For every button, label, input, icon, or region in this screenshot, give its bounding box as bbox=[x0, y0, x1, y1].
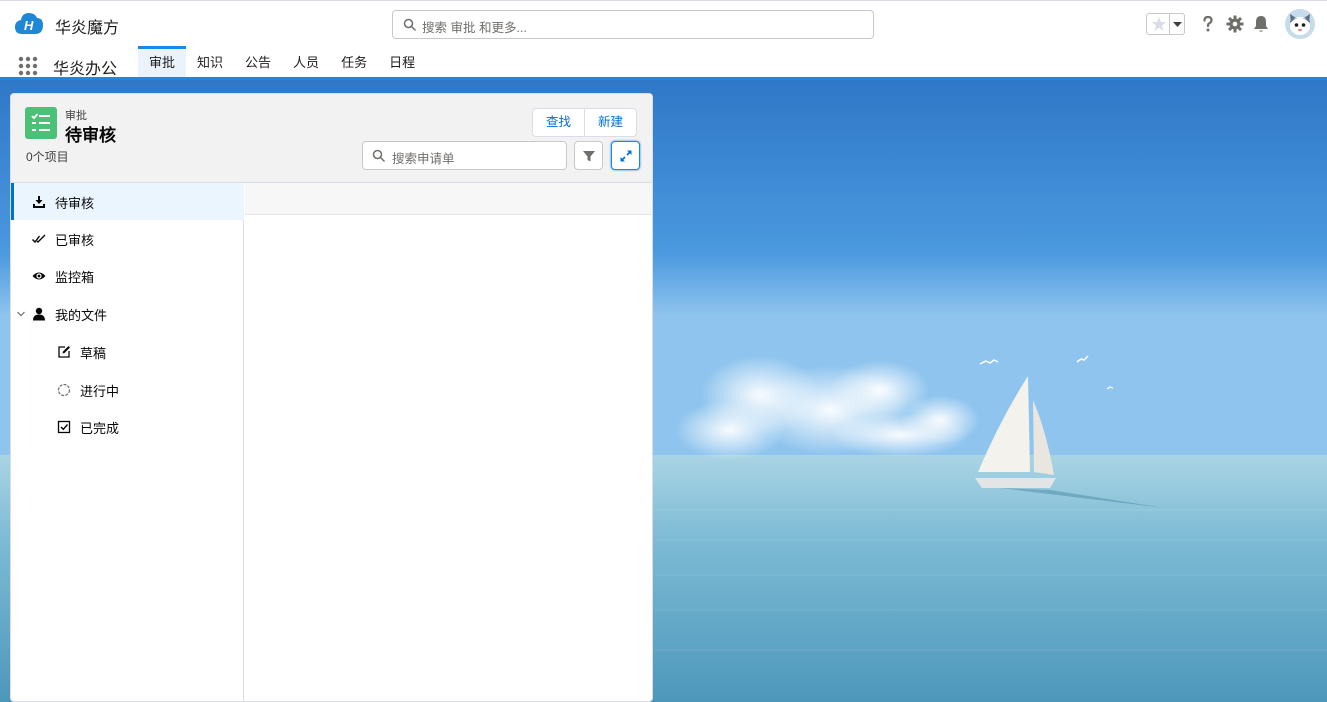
global-search-input[interactable]: 搜索 审批 和更多... bbox=[392, 10, 874, 39]
sidenav-item-label: 已完成 bbox=[80, 421, 120, 436]
expand-icon bbox=[620, 150, 632, 162]
nav-tabs: 审批 知识 公告 人员 任务 日程 bbox=[138, 46, 426, 77]
approval-list-card: 审批 待审核 0个项目 查找 新建 搜索申请单 待审核 已审核 监控箱 我的文件… bbox=[10, 93, 653, 702]
app-name: 华炎办公 bbox=[53, 61, 118, 78]
list-search-placeholder: 搜索申请单 bbox=[392, 152, 455, 166]
filter-icon bbox=[583, 151, 595, 162]
sidenav-item-completed[interactable]: 已完成 bbox=[11, 408, 244, 445]
search-icon bbox=[372, 149, 386, 163]
sidenav-item-label: 我的文件 bbox=[55, 308, 108, 323]
sidenav-item-reviewed[interactable]: 已审核 bbox=[11, 220, 244, 257]
sidenav-item-in-progress[interactable]: 进行中 bbox=[11, 371, 244, 408]
help-icon[interactable] bbox=[1198, 14, 1218, 34]
tab-announcements[interactable]: 公告 bbox=[234, 46, 282, 77]
find-button[interactable]: 查找 bbox=[533, 109, 584, 136]
favorites-button[interactable] bbox=[1146, 13, 1185, 35]
sidenav-item-pending[interactable]: 待审核 bbox=[11, 183, 244, 220]
action-button-group: 查找 新建 bbox=[532, 108, 638, 137]
filter-button[interactable] bbox=[574, 141, 603, 170]
new-button[interactable]: 新建 bbox=[584, 109, 636, 136]
list-header: 审批 待审核 0个项目 查找 新建 搜索申请单 bbox=[11, 94, 652, 183]
search-icon bbox=[403, 18, 417, 32]
eye-icon bbox=[32, 272, 46, 280]
avatar-image bbox=[1285, 9, 1315, 39]
brand-name: 华炎魔方 bbox=[55, 20, 120, 37]
double-check-icon bbox=[32, 234, 46, 244]
user-avatar[interactable] bbox=[1285, 9, 1315, 39]
sidenav-item-label: 草稿 bbox=[80, 346, 107, 361]
star-icon[interactable] bbox=[1150, 15, 1168, 33]
tab-knowledge[interactable]: 知识 bbox=[186, 46, 234, 77]
sidenav-item-label: 待审核 bbox=[55, 196, 95, 211]
chevron-down-icon[interactable] bbox=[16, 307, 26, 321]
gear-icon[interactable] bbox=[1225, 14, 1245, 34]
tab-schedule[interactable]: 日程 bbox=[378, 46, 426, 77]
tab-approval[interactable]: 审批 bbox=[138, 46, 187, 77]
sidenav-item-my-files[interactable]: 我的文件 bbox=[11, 295, 244, 332]
sidenav-item-monitor[interactable]: 监控箱 bbox=[11, 257, 244, 294]
app-logo-icon[interactable]: H bbox=[14, 10, 44, 38]
list-view-title[interactable]: 待审核 bbox=[65, 121, 116, 146]
sidenav-item-label: 进行中 bbox=[80, 384, 120, 399]
spinner-icon bbox=[57, 383, 71, 397]
approval-sidenav: 待审核 已审核 监控箱 我的文件 草稿 进行中 已完成 bbox=[11, 183, 244, 701]
sidenav-item-label: 监控箱 bbox=[55, 270, 95, 285]
app-launcher-icon[interactable] bbox=[18, 56, 38, 76]
edit-icon bbox=[58, 346, 70, 358]
global-header: H 华炎魔方 搜索 审批 和更多... bbox=[0, 0, 1327, 46]
search-placeholder: 搜索 审批 和更多... bbox=[422, 21, 527, 35]
tab-tasks[interactable]: 任务 bbox=[330, 46, 378, 77]
list-table-header bbox=[245, 183, 652, 215]
svg-text:H: H bbox=[24, 18, 34, 33]
app-navigation-bar: 华炎办公 审批 知识 公告 人员 任务 日程 bbox=[0, 46, 1327, 80]
download-icon bbox=[33, 196, 45, 208]
bell-icon[interactable] bbox=[1251, 14, 1271, 34]
sidenav-item-drafts[interactable]: 草稿 bbox=[11, 333, 244, 370]
tab-people[interactable]: 人员 bbox=[282, 46, 330, 77]
checkbox-icon bbox=[57, 420, 71, 434]
item-count: 0个项目 bbox=[26, 150, 69, 164]
sidenav-item-label: 已审核 bbox=[55, 233, 95, 248]
approval-object-icon bbox=[25, 107, 57, 139]
list-search-input[interactable]: 搜索申请单 bbox=[362, 141, 567, 170]
caret-down-icon[interactable] bbox=[1172, 17, 1183, 31]
user-icon bbox=[33, 307, 45, 321]
divider bbox=[1169, 14, 1170, 34]
expand-button[interactable] bbox=[611, 141, 640, 170]
checklist-icon bbox=[31, 113, 50, 131]
